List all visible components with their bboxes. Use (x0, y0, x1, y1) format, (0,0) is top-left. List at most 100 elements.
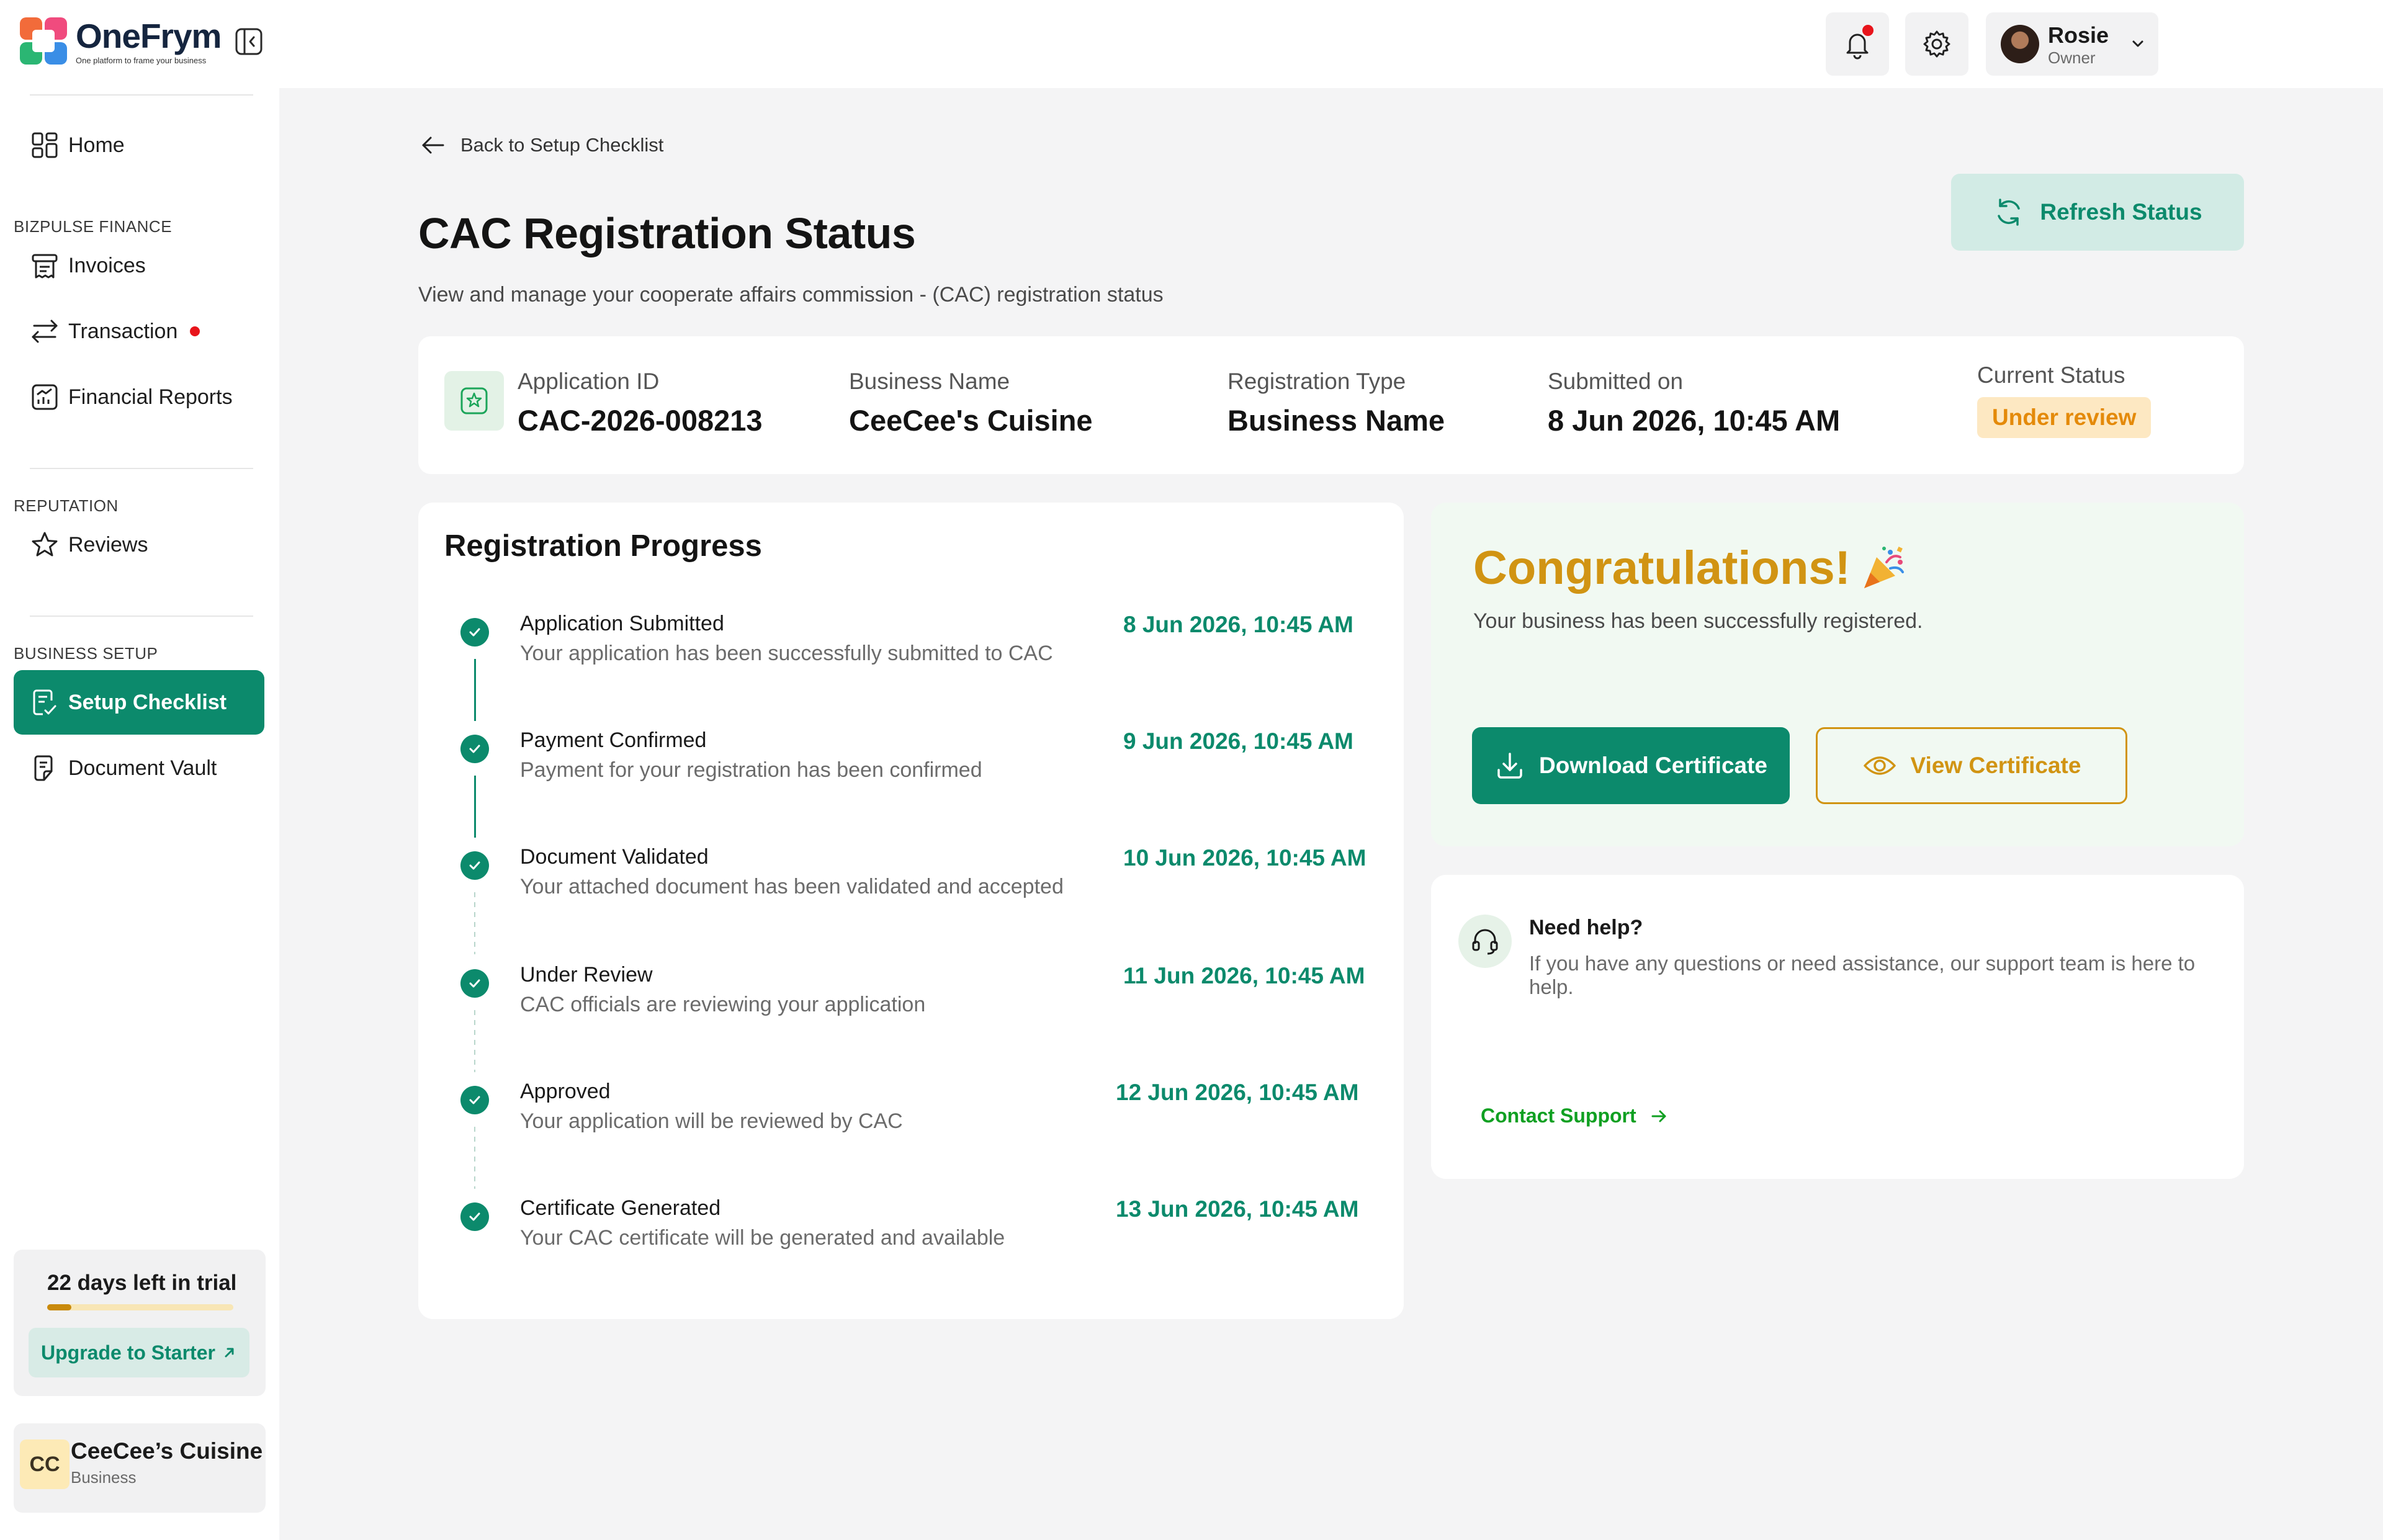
submitted-on-field: Submitted on 8 Jun 2026, 10:45 AM (1548, 369, 1840, 437)
page-title: CAC Registration Status (418, 209, 916, 257)
headset-icon (1458, 915, 1512, 968)
current-status-label: Current Status (1977, 362, 2125, 388)
check-circle-icon (460, 618, 489, 647)
step-description: Payment for your registration has been c… (520, 758, 982, 782)
user-menu[interactable]: Rosie Owner (1986, 12, 2158, 76)
invoice-icon (32, 254, 58, 279)
application-id-value: CAC-2026-008213 (518, 404, 763, 437)
application-id-label: Application ID (518, 369, 660, 394)
business-name-value: CeeCee's Cuisine (849, 404, 1093, 437)
check-circle-icon (460, 851, 489, 880)
home-grid-icon (32, 132, 58, 158)
sidebar-item-label: Home (68, 133, 125, 157)
contact-support-label: Contact Support (1481, 1104, 1636, 1127)
sidebar-item-label: Setup Checklist (68, 690, 227, 714)
timeline-step: Payment Confirmed Payment for your regis… (418, 723, 1404, 798)
back-to-setup-checklist-link[interactable]: Back to Setup Checklist (420, 132, 663, 159)
sidebar-item-invoices[interactable]: Invoices (14, 233, 264, 298)
contact-support-link[interactable]: Contact Support (1481, 1104, 1669, 1127)
download-icon (1497, 753, 1522, 779)
need-help-card: Need help? If you have any questions or … (1431, 875, 2244, 1179)
download-certificate-button[interactable]: Download Certificate (1472, 727, 1790, 804)
registration-type-label: Registration Type (1227, 369, 1406, 394)
submitted-on-label: Submitted on (1548, 369, 1684, 394)
page-subtitle: View and manage your cooperate affairs c… (418, 283, 1164, 307)
avatar (2001, 25, 2039, 63)
divider (30, 94, 253, 96)
transaction-alert-dot (190, 326, 200, 336)
business-switcher[interactable]: CC CeeCee’s Cuisine Business (14, 1423, 266, 1513)
sidebar-item-reviews[interactable]: Reviews (14, 513, 264, 577)
step-title: Document Validated (520, 845, 709, 869)
sidebar-item-document-vault[interactable]: Document Vault (14, 736, 264, 800)
section-title-business-setup: BUSINESS SETUP (14, 644, 158, 663)
refresh-status-button[interactable]: Refresh Status (1951, 174, 2244, 251)
business-avatar: CC (20, 1439, 70, 1489)
app-logo[interactable]: OneFrym One platform to frame your busin… (19, 16, 222, 66)
certificate-badge-icon (444, 371, 504, 431)
registration-progress-card: Registration Progress Application Submit… (418, 503, 1404, 1319)
application-id-field: Application ID CAC-2026-008213 (518, 369, 763, 437)
view-certificate-label: View Certificate (1910, 753, 2081, 778)
user-role: Owner (2048, 48, 2096, 67)
sidebar-item-transaction[interactable]: Transaction (14, 299, 264, 364)
checklist-icon (33, 689, 56, 715)
current-status-field: Current Status Under review (1977, 362, 2152, 438)
top-bar: OneFrym One platform to frame your busin… (0, 0, 2383, 88)
check-circle-icon (460, 735, 489, 763)
sidebar-item-setup-checklist[interactable]: Setup Checklist (14, 670, 264, 735)
submitted-on-value: 8 Jun 2026, 10:45 AM (1548, 404, 1841, 437)
star-icon (32, 532, 58, 557)
check-circle-icon (460, 1086, 489, 1114)
registration-type-field: Registration Type Business Name (1227, 369, 1445, 437)
timeline-step: Certificate Generated Your CAC certifica… (418, 1191, 1404, 1266)
notification-dot (1862, 25, 1874, 36)
party-popper-icon (1864, 546, 1904, 588)
step-description: Your attached document has been validate… (520, 875, 1064, 898)
sidebar-item-home[interactable]: Home (14, 113, 264, 177)
upgrade-label: Upgrade to Starter (41, 1341, 215, 1364)
report-chart-icon (32, 384, 58, 410)
timeline-step: Application Submitted Your application h… (418, 607, 1404, 681)
step-title: Under Review (520, 963, 653, 987)
collapse-sidebar-icon[interactable] (235, 27, 263, 56)
gear-icon (1923, 30, 1950, 58)
logo-mark-icon (20, 17, 67, 65)
chevron-down-icon (2132, 40, 2143, 47)
back-label: Back to Setup Checklist (460, 134, 664, 156)
business-type: Business (71, 1468, 137, 1487)
arrow-right-icon (1651, 1110, 1666, 1122)
download-certificate-label: Download Certificate (1539, 753, 1767, 778)
refresh-icon (1998, 199, 2021, 226)
view-certificate-button[interactable]: View Certificate (1816, 727, 2127, 804)
congratulations-title: Congratulations! (1473, 541, 1909, 595)
upgrade-button[interactable]: Upgrade to Starter (29, 1328, 249, 1377)
step-date: 9 Jun 2026, 10:45 AM (1123, 728, 1353, 754)
step-date: 13 Jun 2026, 10:45 AM (1116, 1196, 1359, 1222)
status-badge: Under review (1977, 397, 2152, 438)
divider (30, 616, 253, 617)
sidebar-item-label: Transaction (68, 319, 178, 343)
divider (30, 468, 253, 469)
settings-button[interactable] (1905, 12, 1968, 76)
trial-days-text: 22 days left in trial (47, 1271, 237, 1295)
business-name-label: Business Name (849, 369, 1010, 394)
trial-card: 22 days left in trial Upgrade to Starter (14, 1250, 266, 1396)
sidebar-item-financial-reports[interactable]: Financial Reports (14, 365, 264, 429)
registration-type-value: Business Name (1227, 404, 1445, 437)
step-title: Approved (520, 1080, 611, 1103)
step-description: Your application will be reviewed by CAC (520, 1109, 903, 1133)
timeline-step: Approved Your application will be review… (418, 1075, 1404, 1149)
check-circle-icon (460, 1202, 489, 1231)
user-name: Rosie (2048, 22, 2109, 48)
help-title: Need help? (1529, 916, 1643, 939)
application-summary-card: Application ID CAC-2026-008213 Business … (418, 336, 2244, 474)
step-date: 10 Jun 2026, 10:45 AM (1123, 845, 1367, 871)
app-tagline: One platform to frame your business (76, 55, 207, 65)
refresh-label: Refresh Status (2040, 199, 2202, 225)
app-name: OneFrym (76, 16, 222, 55)
notifications-button[interactable] (1826, 12, 1889, 76)
arrow-up-right-icon (225, 1348, 234, 1358)
arrow-left-icon (422, 137, 444, 154)
sidebar-item-label: Document Vault (68, 756, 217, 780)
